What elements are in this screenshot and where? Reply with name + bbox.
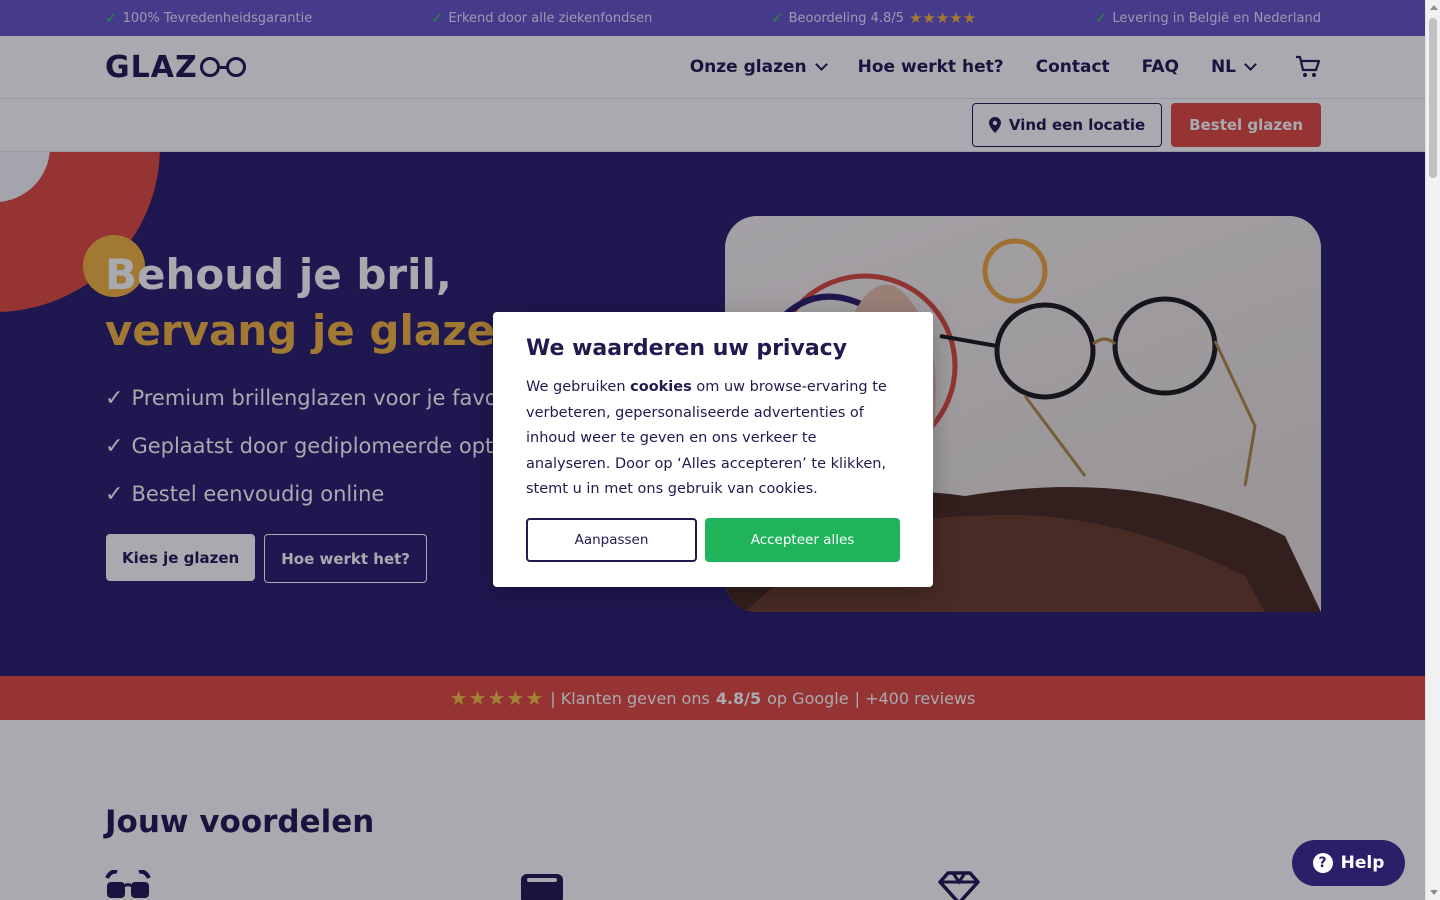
scroll-down-arrow-icon[interactable] bbox=[1430, 890, 1438, 895]
help-button[interactable]: ? Help bbox=[1292, 840, 1405, 886]
vertical-scrollbar[interactable] bbox=[1425, 0, 1440, 900]
cookie-text-bold: cookies bbox=[630, 379, 692, 395]
cookie-dialog-text: We gebruiken cookies om uw browse-ervari… bbox=[526, 375, 900, 503]
question-mark-icon: ? bbox=[1312, 853, 1333, 873]
cookie-text-after: om uw browse-ervaring te verbeteren, gep… bbox=[526, 379, 887, 497]
customize-cookies-button[interactable]: Aanpassen bbox=[526, 518, 697, 562]
cookie-dialog-title: We waarderen uw privacy bbox=[526, 336, 848, 361]
page: ✓ 100% Tevredenheidsgarantie ✓ Erkend do… bbox=[0, 0, 1425, 900]
cookie-text-before: We gebruiken bbox=[526, 379, 626, 395]
scrollbar-thumb[interactable] bbox=[1429, 18, 1437, 178]
scroll-up-arrow-icon[interactable] bbox=[1430, 5, 1438, 10]
cookie-consent-dialog: We waarderen uw privacy We gebruiken coo… bbox=[493, 312, 933, 587]
accept-all-cookies-button[interactable]: Accepteer alles bbox=[705, 518, 900, 562]
help-label: Help bbox=[1340, 853, 1385, 873]
cookie-dialog-buttons: Aanpassen Accepteer alles bbox=[526, 518, 900, 562]
